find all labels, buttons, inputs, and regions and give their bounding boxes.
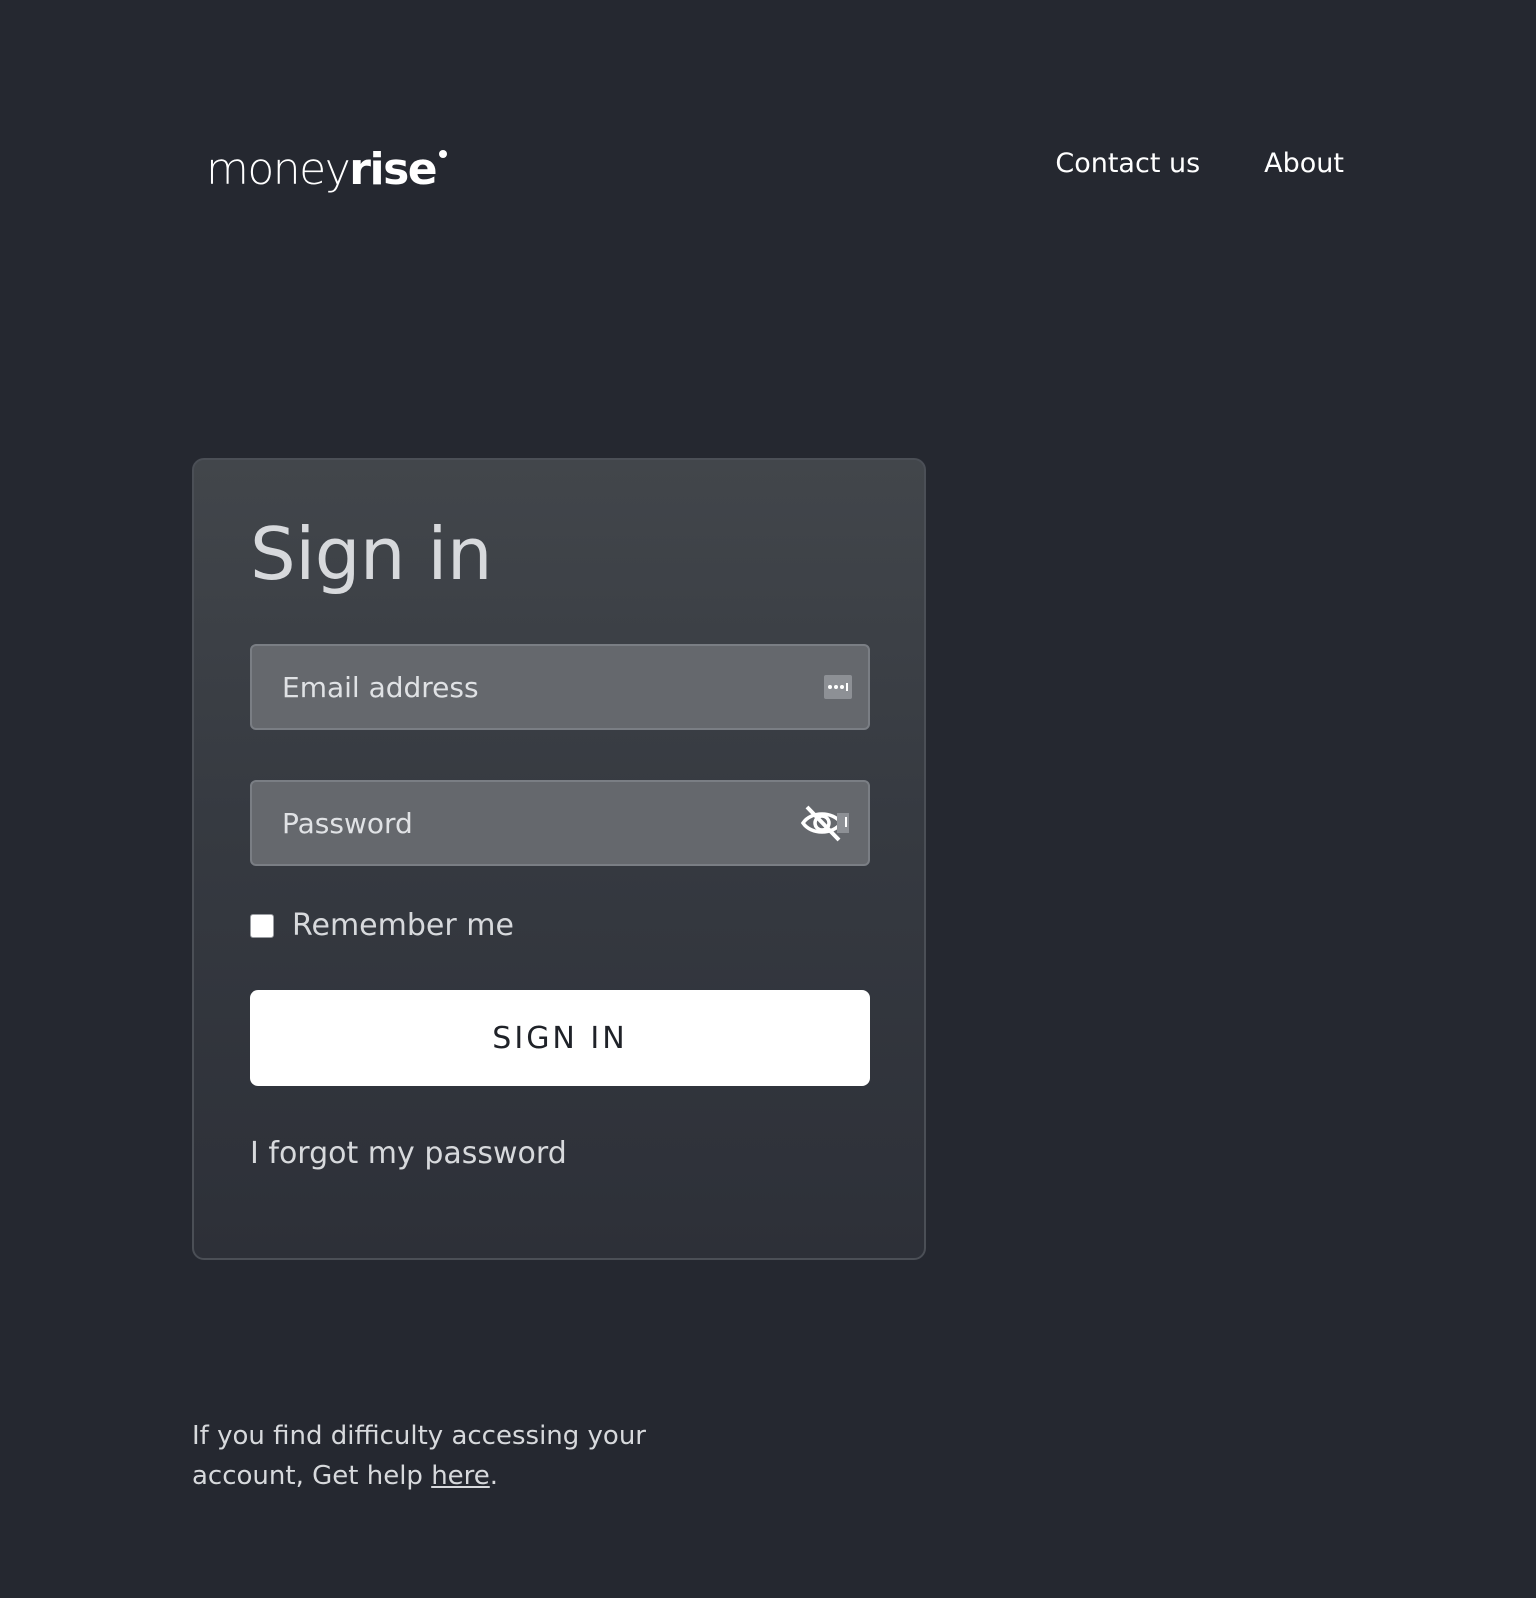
password-manager-icon[interactable] [824,675,852,699]
nav-contact-us-link[interactable]: Contact us [1055,148,1200,179]
help-text: If you find difficulty accessing your ac… [192,1416,692,1496]
signin-page: money rise Contact us About Sign in Emai… [0,0,1536,1598]
password-manager-dots [828,683,848,691]
moneyrise-logo[interactable]: money rise [206,136,448,195]
eye-slash-graphic [800,805,849,842]
help-text-suffix: . [489,1461,499,1491]
remember-me-checkbox[interactable] [250,913,274,938]
help-here-link[interactable]: here [431,1461,490,1491]
logo-text-bold: rise [349,144,437,195]
eye-slash-icon[interactable] [798,803,852,843]
email-field-wrapper [250,644,870,730]
sign-in-button[interactable]: SIGN IN [250,990,870,1086]
remember-me-row[interactable]: Remember me [250,908,514,943]
logo-text-light: money [206,144,351,195]
page-title: Sign in [250,512,493,596]
help-text-body: If you find difficulty accessing your ac… [192,1421,646,1491]
signin-card: Sign in Email address Remember me SIGN I… [192,458,926,1260]
password-field-wrapper [250,780,870,866]
forgot-password-link[interactable]: I forgot my password [250,1136,567,1171]
top-nav: Contact us About [1055,148,1344,179]
remember-me-label: Remember me [292,908,514,943]
email-input[interactable] [252,646,824,728]
logo-dot [439,150,448,158]
password-input[interactable] [252,782,798,864]
nav-about-link[interactable]: About [1264,148,1344,179]
